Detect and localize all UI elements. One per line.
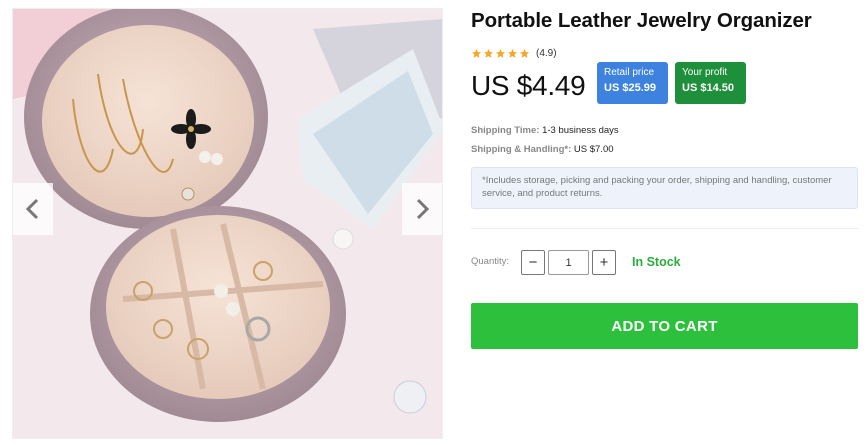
star-icon [495, 48, 506, 58]
shipping-handling-value: US $7.00 [573, 144, 614, 155]
product-title: Portable Leather Jewelry Organizer [471, 9, 812, 32]
divider [471, 228, 858, 229]
retail-price-badge: Retail price US $25.99 [597, 62, 668, 104]
shipping-note: *Includes storage, picking and packing y… [471, 167, 858, 209]
star-icon [507, 48, 518, 58]
product-image-gallery [12, 8, 443, 439]
quantity-label: Quantity: [471, 256, 510, 267]
shipping-time-value: 1-3 business days [542, 125, 619, 136]
star-icon [483, 48, 494, 58]
profit-label: Your profit [682, 67, 728, 78]
add-to-cart-button[interactable]: ADD TO CART [471, 303, 858, 349]
quantity-decrease-button[interactable]: − [521, 250, 545, 275]
profit-badge: Your profit US $14.50 [675, 62, 746, 104]
chevron-left-icon [25, 198, 39, 220]
quantity-row: Quantity: − + In Stock [471, 250, 858, 275]
star-icon [519, 48, 530, 58]
retail-price-value: US $25.99 [604, 82, 656, 94]
shipping-handling-label: Shipping & Handling*: [471, 144, 572, 155]
shipping-time: Shipping Time: 1-3 business days [471, 125, 619, 136]
shipping-time-label: Shipping Time: [471, 125, 540, 136]
next-image-button[interactable] [402, 183, 442, 235]
product-rating: (4.9) [471, 48, 557, 59]
stock-status: In Stock [632, 255, 681, 269]
retail-price-label: Retail price [604, 67, 655, 78]
quantity-input[interactable] [548, 250, 589, 275]
product-price: US $4.49 [471, 70, 586, 101]
star-icon [471, 48, 482, 58]
shipping-handling: Shipping & Handling*: US $7.00 [471, 144, 614, 155]
rating-stars [471, 48, 530, 59]
rating-score: (4.9) [536, 48, 557, 59]
product-photo [13, 9, 442, 438]
quantity-increase-button[interactable]: + [592, 250, 616, 275]
previous-image-button[interactable] [13, 183, 53, 235]
chevron-right-icon [416, 198, 430, 220]
profit-value: US $14.50 [682, 82, 734, 94]
